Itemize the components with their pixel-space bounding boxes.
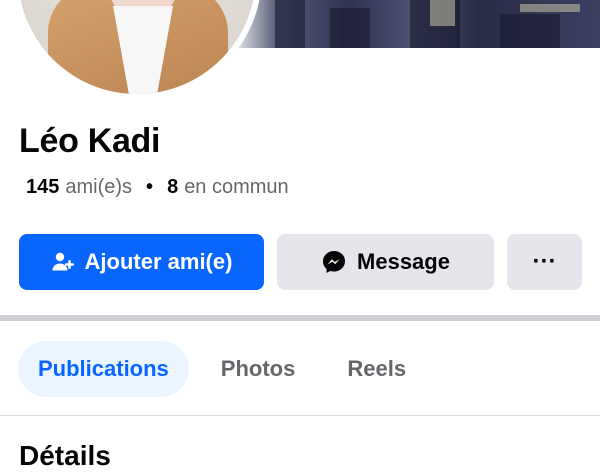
more-dots-icon: ···	[532, 248, 557, 275]
messenger-icon	[321, 249, 347, 275]
cover-billboard	[430, 0, 455, 26]
mutual-count: 8	[167, 176, 179, 198]
friends-stats: 145 ami(e)s • 8 en commun	[26, 176, 289, 199]
add-friend-label: Ajouter ami(e)	[84, 249, 233, 274]
cover-building	[275, 0, 305, 48]
friends-count: 145	[26, 176, 60, 198]
profile-tabs: Publications Photos Reels	[18, 341, 438, 397]
more-options-button[interactable]: ···	[507, 234, 582, 290]
cover-building	[500, 14, 560, 48]
separator-dot: •	[146, 176, 154, 198]
mutual-label[interactable]: en commun	[184, 176, 289, 199]
section-divider	[0, 315, 600, 321]
tab-publications[interactable]: Publications	[18, 341, 189, 397]
details-heading: Détails	[19, 440, 111, 471]
tabs-underline	[0, 415, 600, 416]
friends-label[interactable]: ami(e)s	[65, 176, 132, 199]
profile-name: Léo Kadi	[19, 122, 161, 160]
cover-building	[330, 8, 370, 48]
person-plus-icon	[51, 250, 75, 274]
add-friend-button[interactable]: Ajouter ami(e)	[19, 234, 264, 290]
message-button[interactable]: Message	[277, 234, 494, 290]
cover-billboard	[520, 4, 580, 12]
avatar-photo	[18, 0, 256, 94]
tab-reels[interactable]: Reels	[327, 341, 426, 397]
profile-avatar[interactable]	[12, 0, 262, 100]
message-label: Message	[357, 249, 450, 274]
tab-photos[interactable]: Photos	[201, 341, 316, 397]
